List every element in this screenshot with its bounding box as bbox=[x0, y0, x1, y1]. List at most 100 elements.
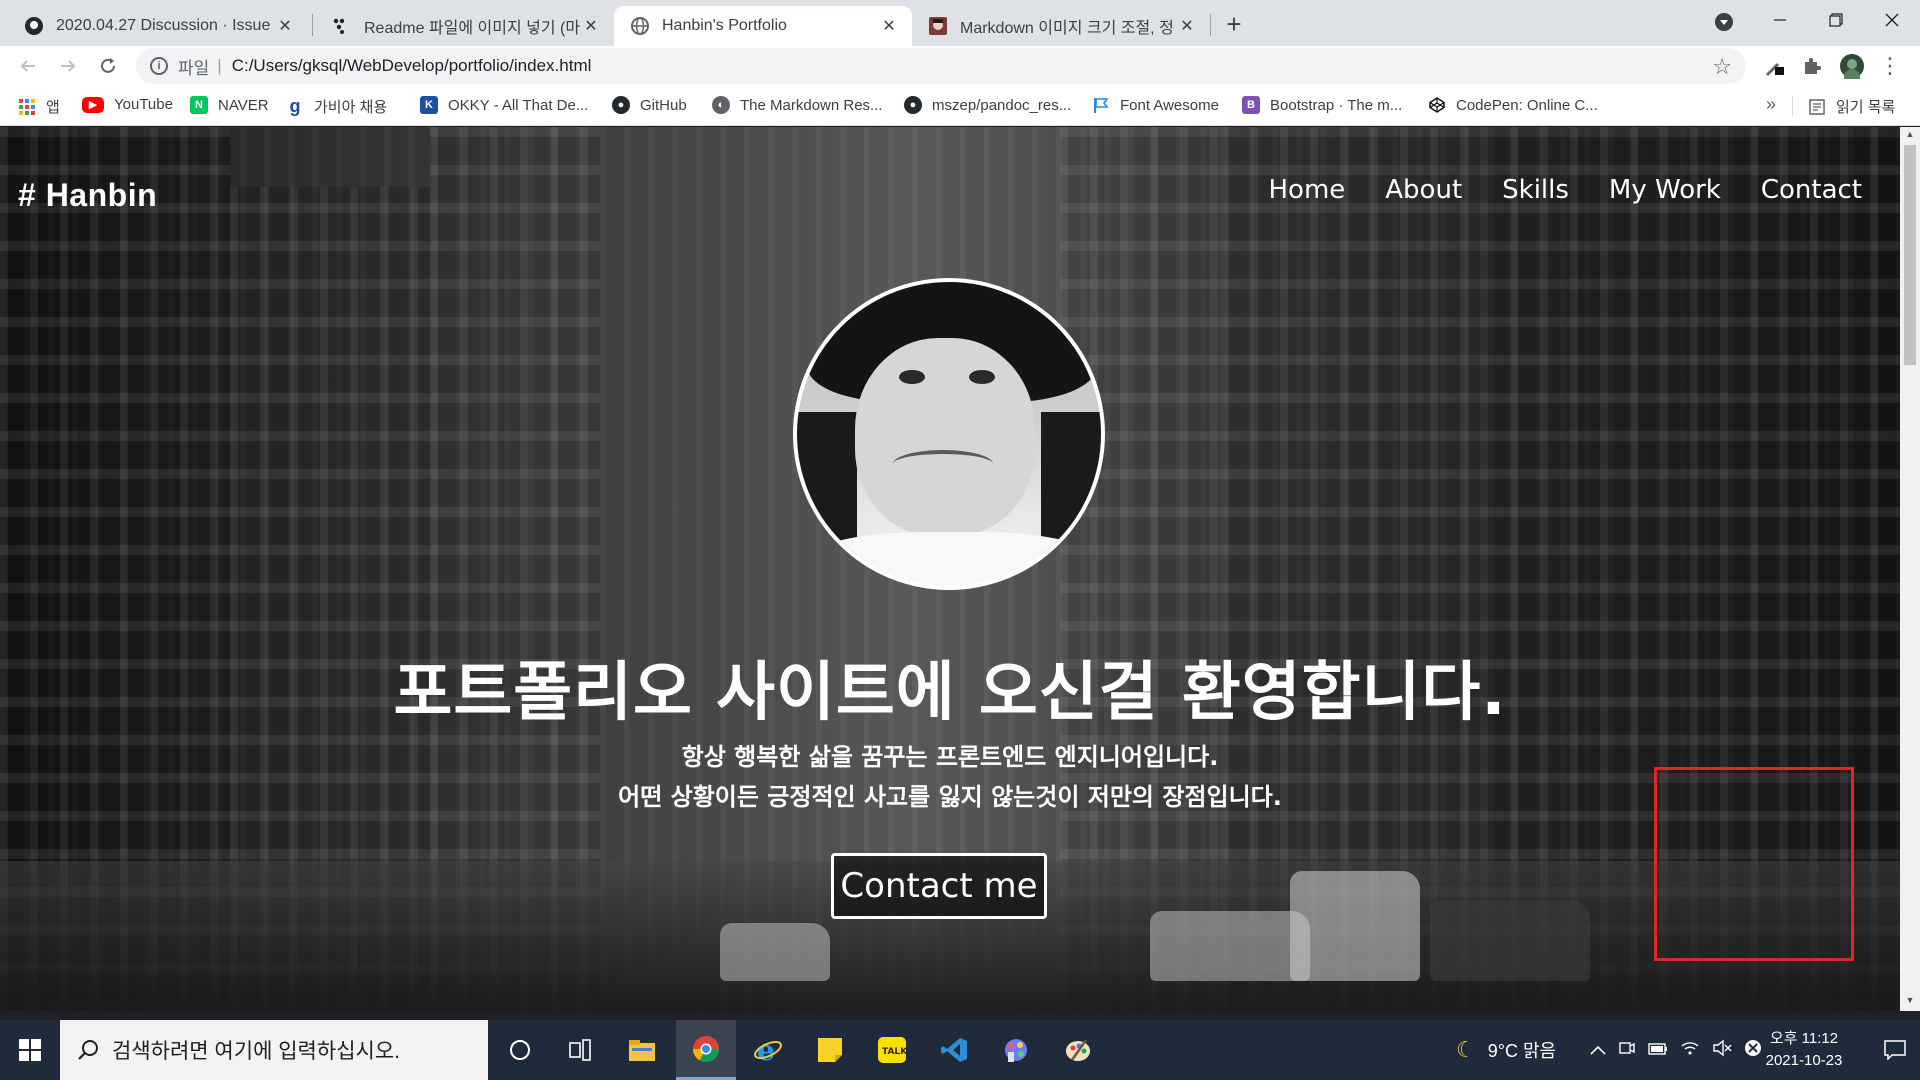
globe-icon bbox=[630, 16, 650, 36]
background-van bbox=[1290, 871, 1420, 981]
pen-extension-icon[interactable] bbox=[1760, 52, 1788, 80]
search-icon bbox=[78, 1040, 98, 1060]
bookmark-divider bbox=[1792, 96, 1793, 116]
close-window-button[interactable] bbox=[1864, 0, 1920, 40]
contact-me-button[interactable]: Contact me bbox=[831, 853, 1047, 919]
scroll-down-arrow-icon[interactable]: ▼ bbox=[1904, 995, 1916, 1009]
nav-contact[interactable]: Contact bbox=[1761, 175, 1862, 205]
close-tab-icon[interactable]: ✕ bbox=[580, 15, 602, 37]
tab-divider bbox=[1210, 14, 1211, 36]
info-icon[interactable]: i bbox=[150, 57, 168, 75]
windows-logo-icon bbox=[19, 1039, 41, 1061]
close-tab-icon[interactable]: ✕ bbox=[878, 15, 900, 37]
nav-about[interactable]: About bbox=[1385, 175, 1462, 205]
tab-strip: 2020.04.27 Discussion · Issue #1 ✕ Readm… bbox=[0, 0, 1920, 46]
tab-github-issue[interactable]: 2020.04.27 Discussion · Issue #1 ✕ bbox=[8, 6, 308, 46]
clock-time: 오후 11:12 bbox=[1769, 1030, 1839, 1047]
extensions-puzzle-icon[interactable] bbox=[1798, 52, 1826, 80]
kakaotalk-icon[interactable]: TALK bbox=[862, 1020, 922, 1080]
tab-portfolio[interactable]: Hanbin's Portfolio ✕ bbox=[614, 6, 912, 46]
address-bar[interactable]: i 파일 | C:/Users/gksql/WebDevelop/portfol… bbox=[136, 48, 1746, 84]
github-icon bbox=[24, 16, 44, 36]
start-button[interactable] bbox=[0, 1020, 60, 1080]
close-tab-icon[interactable]: ✕ bbox=[1176, 15, 1198, 37]
profile-avatar[interactable] bbox=[1838, 52, 1866, 80]
bookmark-github[interactable]: ● GitHub bbox=[612, 96, 687, 114]
profile-avatar-image bbox=[793, 278, 1105, 590]
chrome-icon[interactable] bbox=[676, 1020, 736, 1080]
tab-search-icon[interactable] bbox=[1710, 8, 1738, 36]
taskbar-clock[interactable]: 오후 11:12 2021-10-23 bbox=[1754, 1028, 1854, 1072]
photo-eye bbox=[899, 370, 925, 384]
tab-markdown[interactable]: Markdown 이미지 크기 조절, 정 ✕ bbox=[912, 6, 1210, 46]
svg-text:e: e bbox=[757, 1035, 775, 1065]
notifications-icon[interactable] bbox=[1870, 1020, 1920, 1080]
url-divider: | bbox=[217, 56, 222, 75]
cortana-icon[interactable] bbox=[490, 1020, 550, 1080]
background-car bbox=[1150, 911, 1310, 981]
youtube-icon: ▶ bbox=[82, 96, 104, 113]
reload-button[interactable] bbox=[92, 50, 124, 82]
annotation-highlight-box bbox=[1654, 767, 1854, 961]
volume-muted-icon[interactable] bbox=[1712, 1039, 1732, 1062]
paint-3d-icon[interactable] bbox=[986, 1020, 1046, 1080]
tab-title: Readme 파일에 이미지 넣기 (마 bbox=[364, 20, 580, 37]
nav-home[interactable]: Home bbox=[1268, 175, 1345, 205]
weather-text: 9°C 맑음 bbox=[1487, 1041, 1557, 1061]
bookmark-gabia[interactable]: g 가비아 채용 bbox=[286, 96, 388, 117]
naver-icon: N bbox=[190, 96, 208, 114]
bookmark-bootstrap[interactable]: B Bootstrap · The m... bbox=[1242, 96, 1402, 114]
scrollbar-thumb[interactable] bbox=[1904, 145, 1916, 365]
internet-explorer-icon[interactable]: e bbox=[738, 1020, 798, 1080]
tab-title: Hanbin's Portfolio bbox=[662, 17, 787, 34]
bookmark-markdown-resume[interactable]: ◐ The Markdown Res... bbox=[712, 96, 883, 114]
bookmark-codepen[interactable]: CodePen: Online C... bbox=[1428, 96, 1598, 114]
nav-my-work[interactable]: My Work bbox=[1609, 175, 1721, 205]
bookmark-font-awesome[interactable]: Font Awesome bbox=[1092, 96, 1219, 114]
bookmark-label: OKKY - All That De... bbox=[448, 96, 589, 114]
battery-icon[interactable] bbox=[1648, 1040, 1668, 1061]
back-button[interactable] bbox=[12, 50, 44, 82]
reading-list-label: 읽기 목록 bbox=[1836, 99, 1896, 116]
forward-button[interactable] bbox=[52, 50, 84, 82]
reading-list-button[interactable]: 읽기 목록 bbox=[1808, 96, 1895, 117]
page-scrollbar[interactable]: ▲ ▼ bbox=[1900, 127, 1920, 1011]
site-brand[interactable]: # Hanbin bbox=[18, 177, 157, 214]
meet-now-icon[interactable] bbox=[1618, 1039, 1636, 1062]
scroll-up-arrow-icon[interactable]: ▲ bbox=[1904, 129, 1916, 143]
new-tab-button[interactable]: + bbox=[1218, 8, 1250, 40]
taskbar-search-box[interactable]: 검색하려면 여기에 입력하십시오. bbox=[60, 1020, 488, 1080]
vscode-icon[interactable] bbox=[924, 1020, 984, 1080]
menu-kebab-icon[interactable]: ⋮ bbox=[1876, 52, 1904, 80]
file-explorer-icon[interactable] bbox=[612, 1020, 672, 1080]
bookmark-naver[interactable]: N NAVER bbox=[190, 96, 269, 114]
tab-readme[interactable]: Readme 파일에 이미지 넣기 (마 ✕ bbox=[316, 6, 614, 46]
bookmark-label: mszep/pandoc_res... bbox=[932, 96, 1072, 114]
bookmark-star-icon[interactable]: ☆ bbox=[1712, 54, 1732, 80]
sticky-notes-icon[interactable] bbox=[800, 1020, 860, 1080]
bookmark-pandoc[interactable]: ● mszep/pandoc_res... bbox=[904, 96, 1071, 114]
hero-headline: 포트폴리오 사이트에 오신걸 환영합니다. bbox=[393, 656, 1507, 730]
wifi-icon[interactable] bbox=[1680, 1039, 1700, 1062]
bookmark-apps[interactable]: 앱 bbox=[18, 96, 60, 117]
nav-skills[interactable]: Skills bbox=[1502, 175, 1569, 205]
bookmark-okky[interactable]: K OKKY - All That De... bbox=[420, 96, 588, 114]
show-hidden-icons-chevron-icon[interactable] bbox=[1590, 1040, 1606, 1061]
bookmark-label: 앱 bbox=[46, 99, 60, 116]
close-tab-icon[interactable]: ✕ bbox=[274, 15, 296, 37]
task-view-icon[interactable] bbox=[550, 1020, 610, 1080]
codepen-icon bbox=[1428, 96, 1446, 114]
url-text: C:/Users/gksql/WebDevelop/portfolio/inde… bbox=[231, 56, 592, 75]
more-bookmarks-chevron-icon[interactable]: » bbox=[1766, 94, 1776, 115]
weather-widget[interactable]: ☾ 9°C 맑음 bbox=[1456, 1020, 1556, 1080]
bookmark-label: The Markdown Res... bbox=[740, 96, 883, 114]
minimize-button[interactable] bbox=[1752, 0, 1808, 40]
restore-button[interactable] bbox=[1808, 0, 1864, 40]
moon-icon: ☾ bbox=[1456, 1037, 1476, 1062]
photo-shirt bbox=[807, 532, 1097, 586]
bookmark-label: Bootstrap · The m... bbox=[1270, 96, 1403, 114]
paint-icon[interactable] bbox=[1048, 1020, 1108, 1080]
bookmark-youtube[interactable]: ▶ YouTube bbox=[82, 96, 173, 113]
velog-icon bbox=[332, 16, 352, 36]
photo-mouth bbox=[893, 450, 993, 478]
